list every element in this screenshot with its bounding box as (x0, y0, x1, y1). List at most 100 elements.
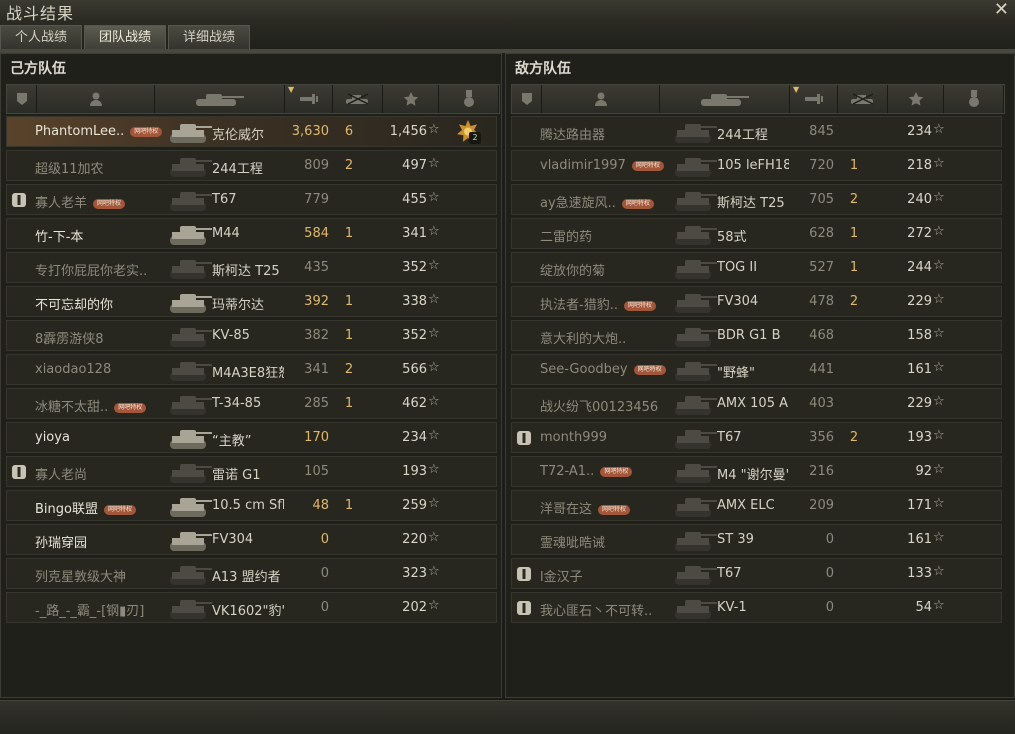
player-row[interactable]: 腾达路由器 244工程 845 234 ☆ (511, 116, 1002, 147)
player-name: 绽放你的菊 (540, 260, 605, 279)
player-row[interactable]: 寡人老尚 雷诺 G1 105 193 ☆ (6, 456, 497, 487)
enemy-team-panel: 敌方队伍 ▼ 腾达路由器 244工程 845 234 ☆ vladimir1997 网吧特权… (505, 53, 1015, 698)
player-row[interactable]: 二雷的药 58式 628 1 272 ☆ (511, 218, 1002, 249)
player-name-text: 8霹雳游侠8 (35, 332, 104, 347)
tab-team[interactable]: 团队战绩 (84, 25, 167, 49)
header-medal-icon[interactable] (944, 85, 1004, 113)
player-name-text: 竹-下-本 (35, 230, 84, 245)
player-row[interactable]: 冰糖不太甜.. 网吧特权 T-34-85 285 1 462 ☆ (6, 388, 497, 419)
tank-name: “主教” (212, 434, 252, 449)
header-tank-icon[interactable] (155, 85, 285, 113)
player-row[interactable]: 专打你屁屁你老实.. 斯柯达 T25 435 352 ☆ (6, 252, 497, 283)
player-name: See-Goodbey 网吧特权 (540, 362, 666, 377)
player-name: 寡人老尚 (35, 464, 87, 483)
platoon-icon (11, 464, 27, 480)
header-tank-icon[interactable] (660, 85, 790, 113)
sort-arrow-icon: ▼ (288, 85, 295, 94)
player-row[interactable]: 战火纷飞00123456 AMX 105 AM 403 229☆ (511, 388, 1002, 419)
header-xp-star-icon[interactable] (383, 85, 439, 113)
tab-details[interactable]: 详细战绩 (168, 25, 251, 49)
player-row[interactable]: xiaodao128 M4A3E8狂怒 341 2 566 ☆ (6, 354, 497, 385)
tank-name: A13 盟约者 (212, 570, 281, 585)
header-platoon-icon[interactable] (512, 85, 542, 113)
player-name-text: 意大利的大炮.. (540, 332, 627, 347)
player-row[interactable]: 竹-下-本 M44 584 1 341 ☆ (6, 218, 497, 249)
tank-name: 克伦威尔 (212, 128, 265, 143)
player-row[interactable]: 洋哥在这 网吧特权 AMX ELC 209 171 ☆ (511, 490, 1002, 521)
xp-value: 352 (402, 260, 427, 275)
damage-value: 0 (825, 600, 834, 615)
tank-icon (671, 594, 721, 622)
header-player-icon[interactable] (37, 85, 155, 113)
player-name: 霊魂呲晧诫 (540, 532, 605, 551)
battle-results-window: 战斗结果 ✕ 个人战绩 团队战绩 详细战绩 己方队伍 ▼ PhantomLee.… (0, 0, 1015, 734)
star-icon: ☆ (428, 190, 440, 205)
player-row[interactable]: 不可忘却的你 玛蒂尔达 392 1 338 ☆ (6, 286, 497, 317)
player-name-text: Bingo联盟 (35, 502, 98, 517)
player-row[interactable]: 超级11加农 244工程 809 2 497 ☆ (6, 150, 497, 181)
player-row[interactable]: 意大利的大炮.. BDR G1 B 468 158 ☆ (511, 320, 1002, 351)
header-xp-star-icon[interactable] (888, 85, 944, 113)
player-row[interactable]: 孙瑞穿园 FV304 0 220 ☆ (6, 524, 497, 555)
damage-value: 584 (304, 226, 329, 241)
player-name-text: l金汉子 (540, 570, 583, 585)
close-icon[interactable]: ✕ (994, 0, 1009, 20)
player-row[interactable]: l金汉子 T67 0 133 ☆ (511, 558, 1002, 589)
header-damage-icon[interactable]: ▼ (285, 85, 333, 113)
tank-name: "野蜂" (717, 366, 755, 381)
tank-name: T67 (717, 566, 742, 581)
player-name: 8霹雳游侠8 (35, 328, 104, 347)
header-damage-icon[interactable]: ▼ (790, 85, 838, 113)
tank-name: T67 (212, 192, 237, 207)
header-medal-icon[interactable] (439, 85, 499, 113)
damage-value: 216 (809, 464, 834, 479)
player-row[interactable]: -_路_-_霸_-[钢▮刃] VK1602"豹" 0 202 ☆ (6, 592, 497, 623)
tank-icon (166, 152, 216, 180)
enemy-team-title: 敌方队伍 (515, 61, 571, 77)
header-platoon-icon[interactable] (7, 85, 37, 113)
star-icon: ☆ (933, 292, 945, 307)
damage-value: 209 (809, 498, 834, 513)
player-row[interactable]: ay急速旋风.. 网吧特权 斯柯达 T25 705 2 240 ☆ (511, 184, 1002, 215)
kills-value: 1 (849, 158, 859, 173)
player-name: Bingo联盟 网吧特权 (35, 498, 136, 517)
tab-personal[interactable]: 个人战绩 (0, 25, 83, 49)
player-row[interactable]: 执法者-猎豹.. 网吧特权 FV304 478 2 229 ☆ (511, 286, 1002, 317)
damage-value: 3,630 (291, 124, 329, 139)
player-row[interactable]: See-Goodbey 网吧特权 "野蜂" 441 161 ☆ (511, 354, 1002, 385)
player-row[interactable]: T72-A1.. 网吧特权 M4 "谢尔曼" 216 92 ☆ (511, 456, 1002, 487)
tank-icon (166, 390, 216, 418)
player-row[interactable]: 8霹雳游侠8 KV-85 382 1 352 ☆ (6, 320, 497, 351)
netbar-privilege-badge: 网吧特权 (114, 402, 147, 413)
player-name: ay急速旋风.. 网吧特权 (540, 192, 654, 211)
tank-icon (671, 186, 721, 214)
kills-value: 1 (344, 226, 354, 241)
player-row[interactable]: PhantomLee.. 网吧特权 克伦威尔 3,630 6 1,456 ☆ 2 (6, 116, 497, 147)
xp-value: 158 (907, 328, 932, 343)
player-row[interactable]: month999 T67 356 2 193 ☆ (511, 422, 1002, 453)
tank-name: 斯柯达 T25 (717, 196, 785, 211)
damage-value: 382 (304, 328, 329, 343)
player-row[interactable]: vladimir1997 网吧特权 105 leFH18B2 720 1 218☆ (511, 150, 1002, 181)
player-row[interactable]: 列克星敦级大神 A13 盟约者 0 323 ☆ (6, 558, 497, 589)
damage-value: 285 (304, 396, 329, 411)
header-player-icon[interactable] (542, 85, 660, 113)
tank-name: 10.5 cm Sfl (212, 498, 284, 513)
player-row[interactable]: yioya “主教” 170 234 ☆ (6, 422, 497, 453)
player-name: 战火纷飞00123456 (540, 396, 658, 415)
player-row[interactable]: 绽放你的菊 TOG II 527 1 244 ☆ (511, 252, 1002, 283)
player-name-text: 执法者-猎豹.. (540, 298, 618, 313)
platoon-icon (11, 192, 27, 208)
header-kills-icon[interactable] (838, 85, 888, 113)
tank-icon (166, 492, 216, 520)
player-row[interactable]: 寡人老羊 网吧特权 T67 779 455 ☆ (6, 184, 497, 215)
player-row[interactable]: Bingo联盟 网吧特权 10.5 cm Sfl 48 1 259 ☆ (6, 490, 497, 521)
player-row[interactable]: 霊魂呲晧诫 ST 39 0 161 ☆ (511, 524, 1002, 555)
player-row[interactable]: 我心匪石丶不可转.. KV-1 0 54 ☆ (511, 592, 1002, 623)
player-name: 孙瑞穿园 (35, 532, 87, 551)
header-kills-icon[interactable] (333, 85, 383, 113)
tank-icon (671, 390, 721, 418)
window-title: 战斗结果 (6, 4, 75, 23)
netbar-privilege-badge: 网吧特权 (631, 160, 664, 171)
player-name-text: See-Goodbey (540, 362, 628, 377)
